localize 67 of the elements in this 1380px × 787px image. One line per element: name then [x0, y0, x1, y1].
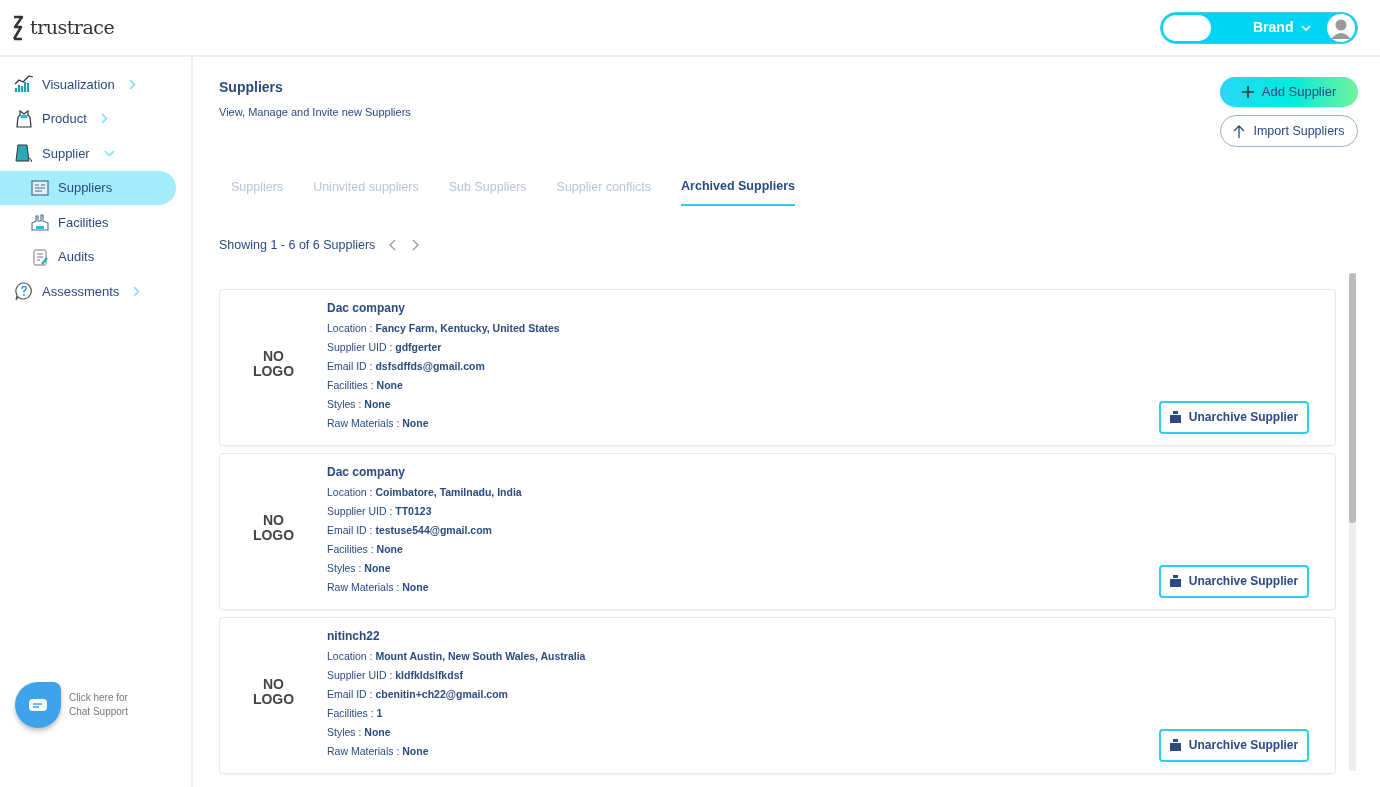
- supplier-name[interactable]: Dac company: [327, 462, 522, 481]
- list-icon: [30, 177, 50, 198]
- sidebar-subitem[interactable]: Facilities: [0, 205, 176, 240]
- sidebar-subitem[interactable]: Audits: [0, 239, 176, 274]
- clipboard-icon: [30, 246, 50, 267]
- avatar-icon[interactable]: [1327, 13, 1355, 42]
- supplier-detail: Supplier UID : kldfkldslfkdsf: [327, 667, 464, 683]
- sidebar-item[interactable]: Supplier: [0, 136, 191, 171]
- supplier-detail: Email ID : dsfsdffds@gmail.com: [327, 358, 486, 374]
- sidebar-subitem[interactable]: Suppliers: [0, 170, 176, 205]
- scrollbar[interactable]: [1349, 273, 1356, 771]
- tab[interactable]: Archived Suppliers: [681, 177, 795, 206]
- chevron-right-icon[interactable]: [128, 78, 136, 90]
- supplier-detail: Raw Materials : None: [327, 415, 430, 431]
- chevron-down-icon[interactable]: [103, 149, 115, 157]
- no-logo-text: NO LOGO: [251, 348, 296, 379]
- sidebar-item[interactable]: Assessments: [0, 274, 191, 309]
- page-title: Suppliers: [219, 78, 284, 97]
- plus-icon: [1241, 86, 1254, 98]
- add-supplier-button[interactable]: Add Supplier: [1220, 77, 1358, 107]
- supplier-detail: Location : Mount Austin, New South Wales, Australia: [327, 648, 586, 664]
- supplier-detail: Facilities : 1: [327, 705, 384, 721]
- supplier-detail: Email ID : testuse544@gmail.com: [327, 522, 493, 538]
- archive-box-icon: [1169, 411, 1181, 423]
- supplier-detail: Styles : None: [327, 396, 392, 412]
- supplier-detail: Supplier UID : TT0123: [327, 503, 433, 519]
- supplier-name[interactable]: nitinch22: [327, 626, 586, 645]
- dress-icon: [14, 108, 34, 129]
- archive-box-icon: [1169, 575, 1181, 587]
- supplier-detail: Raw Materials : None: [327, 579, 430, 595]
- next-page-icon[interactable]: [411, 239, 420, 252]
- unarchive-button[interactable]: Unarchive Supplier: [1159, 400, 1309, 434]
- supplier-detail: Raw Materials : None: [327, 743, 430, 759]
- archive-box-icon: [1169, 739, 1181, 751]
- chevron-down-icon: [1301, 24, 1312, 31]
- toggle-knob[interactable]: [1163, 14, 1211, 41]
- pagination-text: Showing 1 - 6 of 6 Suppliers: [219, 236, 376, 254]
- chart-icon: [14, 74, 34, 95]
- logo-text: trustrace: [30, 15, 115, 41]
- unarchive-button[interactable]: Unarchive Supplier: [1159, 728, 1309, 762]
- supplier-detail: Location : Fancy Farm, Kentucky, United States: [327, 320, 560, 336]
- supplier-detail: Facilities : None: [327, 377, 404, 393]
- spool-icon: [14, 143, 34, 164]
- question-icon: [14, 281, 34, 302]
- unarchive-button[interactable]: Unarchive Supplier: [1159, 564, 1309, 598]
- chat-icon: [28, 698, 48, 712]
- chevron-right-icon[interactable]: [133, 285, 141, 297]
- supplier-detail: Styles : None: [327, 560, 392, 576]
- previous-page-icon[interactable]: [389, 239, 398, 252]
- supplier-detail: Styles : None: [327, 724, 392, 740]
- page-subtitle: View, Manage and Invite new Suppliers: [219, 105, 411, 120]
- supplier-detail: Email ID : cbenitin+ch22@gmail.com: [327, 686, 509, 702]
- sidebar-item[interactable]: Product: [0, 101, 191, 136]
- chat-button[interactable]: [15, 682, 61, 728]
- sidebar-item[interactable]: Visualization: [0, 67, 191, 102]
- no-logo-text: NO LOGO: [251, 512, 296, 543]
- chevron-right-icon[interactable]: [100, 113, 108, 125]
- supplier-detail: Supplier UID : gdfgerter: [327, 339, 443, 355]
- factory-icon: [30, 212, 50, 233]
- supplier-name[interactable]: Dac company: [327, 298, 560, 317]
- logo-icon: [10, 14, 26, 41]
- supplier-detail: Facilities : None: [327, 541, 404, 557]
- supplier-detail: Location : Coimbatore, Tamilnadu, India: [327, 484, 522, 500]
- chat-support-text[interactable]: Click here for Chat Support: [69, 691, 139, 719]
- no-logo-text: NO LOGO: [251, 676, 296, 707]
- import-suppliers-button[interactable]: Import Suppliers: [1220, 115, 1358, 147]
- upload-arrow-icon: [1233, 124, 1246, 138]
